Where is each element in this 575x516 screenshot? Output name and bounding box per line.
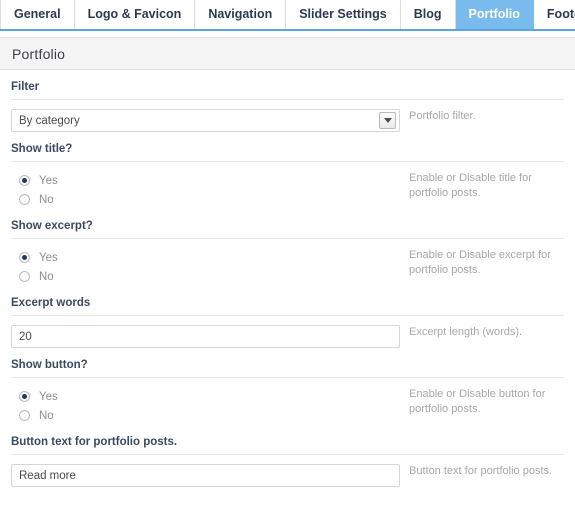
radio-label: No: [39, 193, 54, 206]
tab-navigation[interactable]: Navigation: [195, 0, 287, 29]
field-description-excerpt-words: Excerpt length (words).: [409, 326, 523, 338]
radio-icon[interactable]: [19, 175, 30, 186]
radio-show-excerpt-yes[interactable]: Yes: [11, 248, 400, 267]
tab-logo-favicon[interactable]: Logo & Favicon: [74, 0, 196, 29]
field-label-excerpt-words: Excerpt words: [11, 297, 91, 309]
radio-label: No: [39, 270, 54, 283]
field-filter: Filter By category Portfolio filter.: [11, 70, 564, 132]
tab-general[interactable]: General: [0, 0, 75, 29]
filter-select-value: By category: [19, 114, 80, 127]
field-label-show-button: Show button?: [11, 359, 88, 371]
radio-icon[interactable]: [19, 252, 30, 263]
tab-slider-settings[interactable]: Slider Settings: [286, 0, 401, 29]
field-label-filter: Filter: [11, 81, 40, 93]
field-label-show-title: Show title?: [11, 143, 73, 155]
radio-icon[interactable]: [19, 410, 30, 421]
tab-footer[interactable]: Footer: [533, 0, 575, 29]
field-label-button-text: Button text for portfolio posts.: [11, 436, 178, 448]
excerpt-words-input[interactable]: [11, 325, 400, 348]
field-show-excerpt: Show excerpt? Yes No Enable or Disable e…: [11, 209, 564, 286]
field-show-title: Show title? Yes No Enable or Disable tit…: [11, 132, 564, 209]
field-divider: [11, 454, 564, 455]
field-description-show-excerpt: Enable or Disable excerpt for portfolio …: [409, 249, 551, 276]
field-button-text: Button text for portfolio posts. Button …: [11, 425, 564, 487]
radio-show-title-no[interactable]: No: [11, 190, 400, 209]
field-description-button-text: Button text for portfolio posts.: [409, 465, 553, 477]
field-description-show-title: Enable or Disable title for portfolio po…: [409, 172, 532, 199]
field-divider: [11, 315, 564, 316]
radio-show-button-no[interactable]: No: [11, 406, 400, 425]
field-label-show-excerpt: Show excerpt?: [11, 220, 93, 232]
tab-portfolio[interactable]: Portfolio: [455, 0, 534, 29]
radio-label: Yes: [39, 251, 58, 264]
tab-blog[interactable]: Blog: [400, 0, 456, 29]
portfolio-settings-form: Filter By category Portfolio filter. Sho…: [0, 70, 575, 487]
settings-tab-bar: General Logo & Favicon Navigation Slider…: [0, 0, 575, 31]
field-divider: [11, 377, 564, 378]
button-text-input[interactable]: [11, 464, 400, 487]
field-divider: [11, 238, 564, 239]
radio-label: No: [39, 409, 54, 422]
page-title: Portfolio: [12, 45, 66, 62]
panel-header: Portfolio: [0, 37, 575, 70]
radio-show-excerpt-no[interactable]: No: [11, 267, 400, 286]
chevron-down-icon[interactable]: [379, 112, 396, 129]
field-description-filter: Portfolio filter.: [409, 110, 476, 122]
field-show-button: Show button? Yes No Enable or Disable bu…: [11, 348, 564, 425]
field-description-show-button: Enable or Disable button for portfolio p…: [409, 388, 546, 415]
radio-label: Yes: [39, 390, 58, 403]
field-divider: [11, 161, 564, 162]
radio-show-title-yes[interactable]: Yes: [11, 171, 400, 190]
radio-label: Yes: [39, 174, 58, 187]
radio-show-button-yes[interactable]: Yes: [11, 387, 400, 406]
radio-icon[interactable]: [19, 271, 30, 282]
radio-icon[interactable]: [19, 391, 30, 402]
radio-icon[interactable]: [19, 194, 30, 205]
field-excerpt-words: Excerpt words Excerpt length (words).: [11, 286, 564, 348]
filter-select[interactable]: By category: [11, 109, 400, 132]
field-divider: [11, 99, 564, 100]
